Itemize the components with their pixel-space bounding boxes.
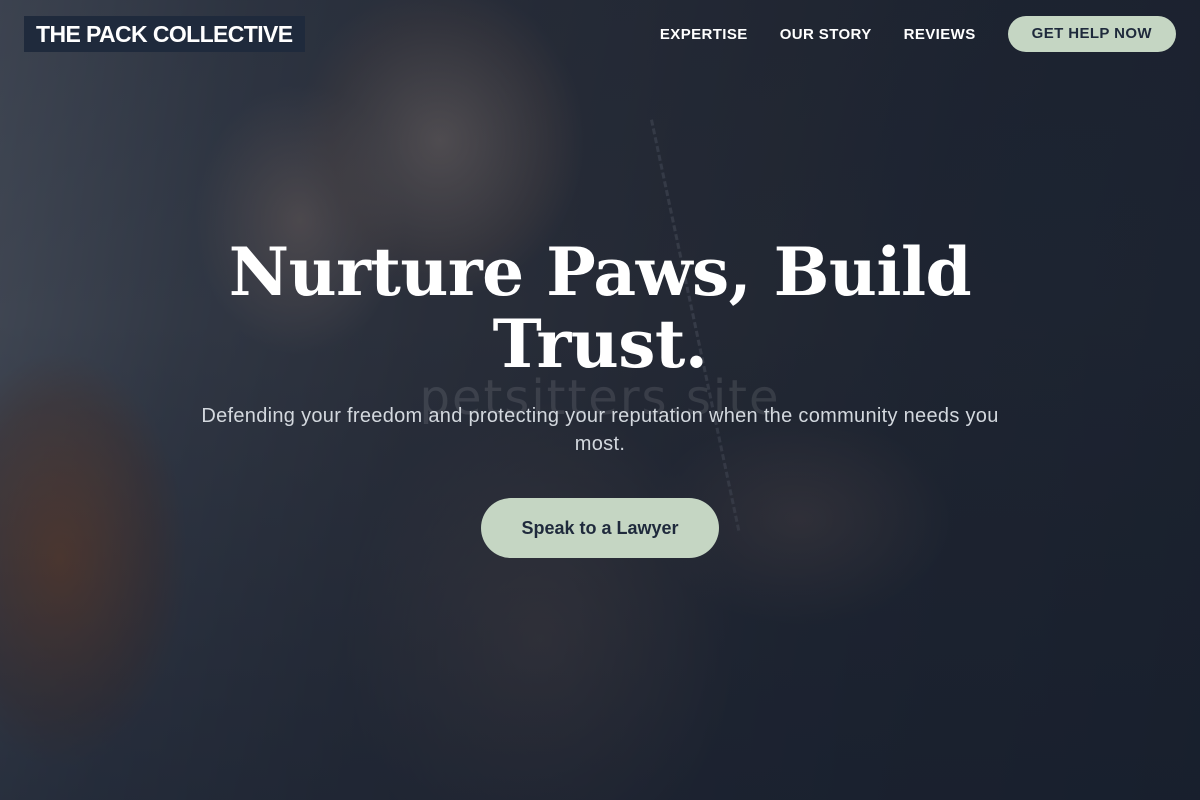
hero-content: Nurture Paws, Build Trust. Defending you… — [0, 236, 1200, 558]
speak-to-lawyer-button[interactable]: Speak to a Lawyer — [481, 498, 719, 558]
nav-link-expertise[interactable]: EXPERTISE — [660, 26, 748, 43]
hero-subheadline: Defending your freedom and protecting yo… — [201, 405, 999, 455]
main-nav: EXPERTISE OUR STORY REVIEWS GET HELP NOW — [628, 16, 1176, 52]
site-header: THE PACK COLLECTIVE EXPERTISE OUR STORY … — [0, 0, 1200, 68]
get-help-now-button[interactable]: GET HELP NOW — [1007, 16, 1176, 52]
nav-link-reviews[interactable]: REVIEWS — [904, 26, 976, 43]
hero-section: petsitters.site THE PACK COLLECTIVE EXPE… — [0, 0, 1200, 800]
nav-link-our-story[interactable]: OUR STORY — [780, 26, 872, 43]
brand-logo[interactable]: THE PACK COLLECTIVE — [24, 16, 305, 52]
hero-headline: Nurture Paws, Build Trust. — [228, 233, 972, 383]
